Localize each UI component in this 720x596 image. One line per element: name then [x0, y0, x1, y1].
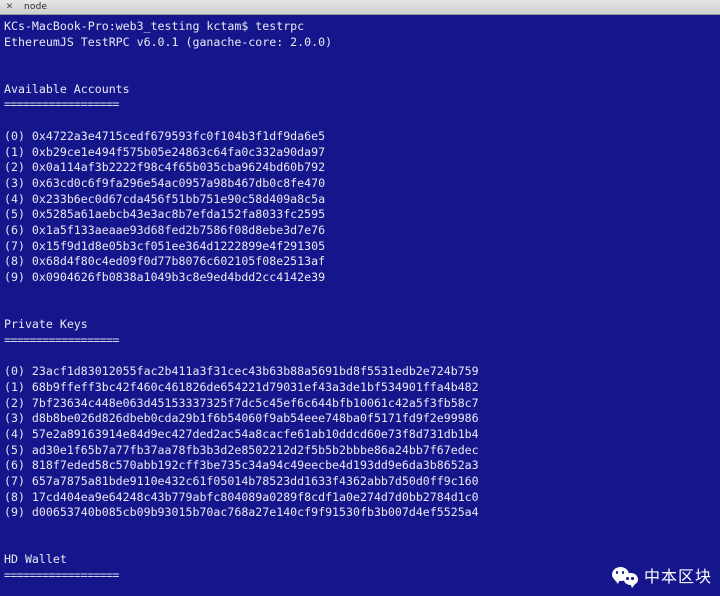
private-key-row: (6) 818f7eded58c570abb192cff3be735c34a94… [4, 458, 479, 473]
account-row: (9) 0x0904626fb0838a1049b3c8e9ed4bdd2cc4… [4, 270, 326, 284]
window-title: node [24, 2, 48, 12]
account-row: (0) 0x4722a3e4715cedf679593fc0f104b3f1df… [4, 128, 326, 143]
private-key-row: (0) 23acf1d83012055fac2b411a3f31cec43b63… [4, 364, 479, 379]
watermark: 中本区块 [611, 566, 712, 588]
account-row: (4) 0x233b6ec0d67cda456f51bb751e90c58d40… [4, 191, 326, 206]
private-key-row: (7) 657a7875a81bde9110e432c61f05014b7852… [4, 473, 479, 488]
watermark-text: 中本区块 [643, 567, 712, 586]
account-row: (6) 0x1a5f133aeaae93d68fed2b7586f08d8ebe… [4, 222, 326, 237]
available-accounts-rule: ================== [4, 97, 119, 112]
terminal-window: ✕ node KCs-MacBook-Pro:web3_testing kcta… [0, 0, 720, 596]
account-row: (5) 0x5285a61aebcb43e3ac8b7efda152fa8033… [4, 207, 326, 222]
close-icon[interactable]: ✕ [4, 2, 15, 13]
private-keys-rule: ================== [4, 332, 119, 347]
account-row: (7) 0x15f9d1d8e05b3cf051ee364d1222899e4f… [4, 238, 326, 253]
private-key-row: (3) d8b8be026d826dbeb0cda29b1f6b54060f9a… [4, 411, 479, 426]
private-key-row: (4) 57e2a89163914e84d9ec427ded2ac54a8cac… [4, 426, 479, 441]
private-keys-heading: Private Keys [4, 317, 88, 332]
account-row: (2) 0x0a114af3b2222f98c4f65b035cba9624bd… [4, 160, 326, 175]
account-row: (1) 0xb29ce1e494f575b05e24863c64fa0c332a… [4, 144, 326, 159]
available-accounts-heading: Available Accounts [4, 81, 130, 96]
version-line: EthereumJS TestRPC v6.0.1 (ganache-core:… [4, 34, 333, 49]
private-key-row: (1) 68b9ffeff3bc42f460c461826de654221d79… [4, 379, 479, 394]
private-key-row: (5) ad30e1f65b7a77fb37aa78fb3b3d2e850221… [4, 442, 479, 457]
private-key-row: (9) d00653740b085cb09b93015b70ac768a27e1… [4, 505, 479, 520]
account-row: (8) 0x68d4f80c4ed09f0d77b8076c602105f08e… [4, 254, 326, 269]
prompt-line: KCs-MacBook-Pro:web3_testing kctam$ test… [4, 19, 305, 33]
wechat-icon [611, 566, 638, 588]
account-row: (3) 0x63cd0c6f9fa296e54ac0957a98b467db0c… [4, 175, 326, 190]
private-key-row: (8) 17cd404ea9e64248c43b779abfc804089a02… [4, 489, 479, 504]
terminal-output-area[interactable]: KCs-MacBook-Pro:web3_testing kctam$ test… [0, 15, 720, 596]
window-titlebar: ✕ node [0, 0, 720, 15]
private-key-row: (2) 7bf23634c448e063d45153337325f7dc5c45… [4, 395, 479, 410]
